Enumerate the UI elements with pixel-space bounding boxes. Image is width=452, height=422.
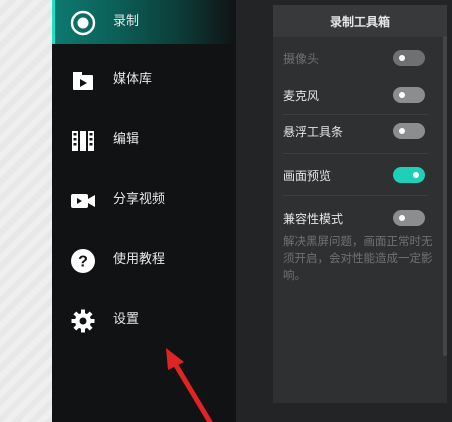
divider — [283, 195, 428, 196]
sidebar-item-label: 使用教程 — [113, 252, 166, 267]
media-library-icon — [70, 68, 96, 94]
panel-title: 录制工具箱 — [273, 5, 447, 37]
option-row-microphone: 麦克风 — [283, 84, 425, 106]
option-row-compat-mode: 兼容性模式 — [283, 207, 425, 229]
option-row-preview: 画面预览 — [283, 164, 425, 186]
red-arrow-annotation — [166, 348, 213, 422]
sidebar-item-label: 媒体库 — [113, 72, 153, 87]
sidebar-item-label: 分享视频 — [113, 192, 166, 207]
sidebar-item-tutorial[interactable]: ? 使用教程 — [52, 238, 236, 282]
sidebar-item-label: 编辑 — [113, 132, 140, 147]
sidebar-item-share-video[interactable]: 分享视频 — [52, 178, 236, 222]
sidebar-item-edit[interactable]: 编辑 — [52, 118, 236, 162]
divider — [283, 114, 428, 115]
option-row-camera: 摄像头 — [283, 47, 425, 69]
sidebar-item-label: 录制 — [113, 14, 140, 29]
option-label: 画面预览 — [283, 168, 332, 183]
sidebar-item-label: 设置 — [113, 312, 140, 327]
floating-toolbar-toggle[interactable] — [393, 123, 425, 139]
option-row-floating-toolbar: 悬浮工具条 — [283, 120, 425, 142]
record-icon — [70, 10, 96, 36]
sidebar-item-record[interactable]: 录制 — [52, 0, 236, 44]
svg-text:?: ? — [78, 254, 88, 271]
sidebar-item-settings[interactable]: 设置 — [52, 298, 236, 342]
compat-mode-description: 解决黑屏问题，画面正常时无须开启，会对性能造成一定影响。 — [283, 234, 433, 282]
option-label: 摄像头 — [283, 51, 320, 66]
microphone-toggle[interactable] — [393, 87, 425, 103]
camera-toggle[interactable] — [393, 50, 425, 66]
compat-mode-toggle[interactable] — [393, 210, 425, 226]
desktop-background — [0, 0, 52, 422]
sidebar-item-media-library[interactable]: 媒体库 — [52, 58, 236, 102]
divider — [283, 153, 428, 154]
panel-scrollbar[interactable] — [443, 36, 447, 356]
option-label: 悬浮工具条 — [283, 124, 344, 139]
video-camera-icon — [70, 188, 96, 214]
option-label: 麦克风 — [283, 88, 320, 103]
option-label: 兼容性模式 — [283, 211, 344, 226]
preview-toggle[interactable] — [393, 167, 425, 183]
gear-icon — [70, 308, 96, 334]
film-edit-icon — [70, 128, 96, 154]
question-icon: ? — [70, 248, 96, 274]
